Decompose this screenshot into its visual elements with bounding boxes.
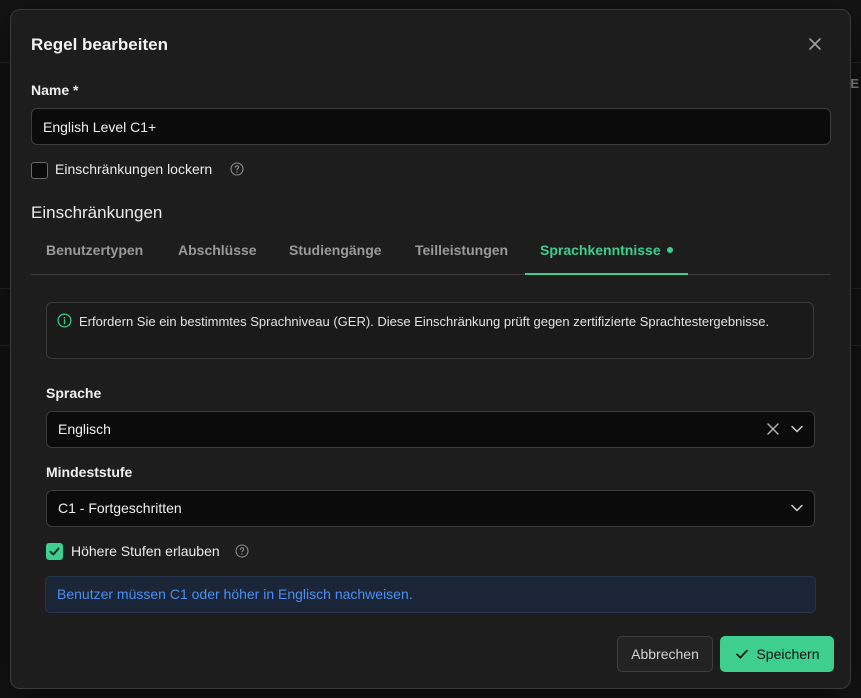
edit-rule-dialog: Regel bearbeiten Name * Einschränkungen … xyxy=(10,9,851,689)
language-label: Sprache xyxy=(46,385,102,401)
tab-language-skills-label: Sprachkenntnisse xyxy=(540,242,661,258)
check-icon xyxy=(736,649,749,659)
chevron-down-icon[interactable] xyxy=(790,422,804,436)
allow-higher-levels-label: Höhere Stufen erlauben xyxy=(71,543,220,559)
relax-restrictions-checkbox[interactable] xyxy=(31,162,48,179)
cancel-button[interactable]: Abbrechen xyxy=(617,636,713,672)
requirement-summary: Benutzer müssen C1 oder höher in Englisc… xyxy=(45,576,816,613)
save-button-label: Speichern xyxy=(756,646,820,662)
dialog-title: Regel bearbeiten xyxy=(31,35,168,54)
info-box: Erfordern Sie ein bestimmtes Sprachnivea… xyxy=(46,302,814,359)
name-input[interactable] xyxy=(31,108,831,145)
restrictions-title: Einschränkungen xyxy=(31,203,163,222)
checkmark-icon xyxy=(49,547,60,556)
close-icon[interactable] xyxy=(806,35,824,53)
info-text: Erfordern Sie ein bestimmtes Sprachnivea… xyxy=(79,314,770,329)
min-level-label: Mindeststufe xyxy=(46,464,133,480)
language-select[interactable]: Englisch xyxy=(46,411,815,448)
language-skills-panel: Erfordern Sie ein bestimmtes Sprachnivea… xyxy=(31,275,831,615)
restrictions-tabs: Benutzertypen Abschlüsse Studiengänge Te… xyxy=(31,232,831,275)
chevron-down-icon[interactable] xyxy=(790,501,804,515)
tab-user-types[interactable]: Benutzertypen xyxy=(31,232,158,275)
relax-restrictions-label: Einschränkungen lockern xyxy=(55,161,213,177)
min-level-select[interactable]: C1 - Fortgeschritten xyxy=(46,490,815,527)
allow-higher-levels-checkbox[interactable] xyxy=(46,543,63,560)
tab-study-programs[interactable]: Studiengänge xyxy=(274,232,397,275)
name-label: Name * xyxy=(31,82,79,98)
clear-icon[interactable] xyxy=(766,422,780,436)
active-indicator-dot xyxy=(666,247,673,253)
info-icon xyxy=(57,313,72,328)
tab-partial-achievements[interactable]: Teilleistungen xyxy=(400,232,523,275)
save-button[interactable]: Speichern xyxy=(720,636,834,672)
tab-degrees[interactable]: Abschlüsse xyxy=(163,232,272,275)
tab-language-skills[interactable]: Sprachkenntnisse xyxy=(525,232,688,275)
help-icon[interactable] xyxy=(230,162,244,176)
help-icon[interactable] xyxy=(235,544,249,558)
background-text: E xyxy=(850,76,859,91)
min-level-select-value: C1 - Fortgeschritten xyxy=(58,500,182,516)
language-select-value: Englisch xyxy=(58,421,111,437)
